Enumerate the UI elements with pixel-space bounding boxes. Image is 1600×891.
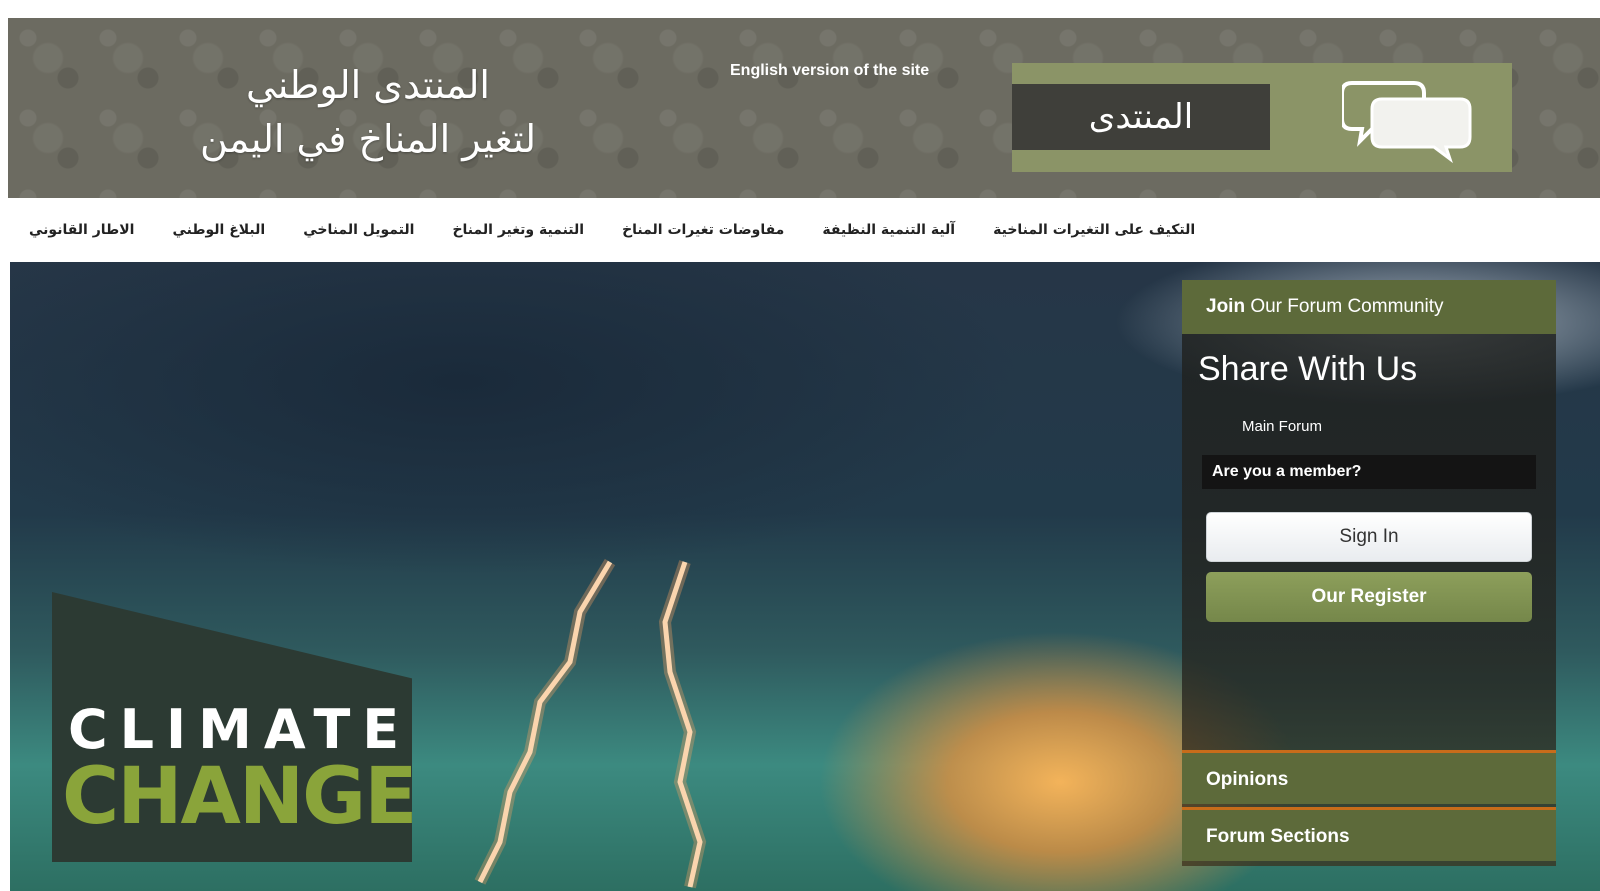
tab-forum-sections[interactable]: Forum Sections xyxy=(1182,807,1556,861)
change-word: CHANGE xyxy=(62,752,417,842)
nav-item-adaptation[interactable]: التكيف على التغيرات المناخية xyxy=(974,222,1214,238)
share-title: Share With Us xyxy=(1198,350,1418,388)
site-title-line1: المنتدى الوطني xyxy=(246,63,490,107)
english-version-link[interactable]: English version of the site xyxy=(730,62,929,80)
nav-item-climate-finance[interactable]: التمويل المناخي xyxy=(284,222,433,238)
forum-banner-label: المنتدى xyxy=(1012,84,1270,150)
site-title[interactable]: المنتدى الوطني لتغير المناخ في اليمن xyxy=(148,58,588,166)
nav-item-national-communication[interactable]: البلاغ الوطني xyxy=(153,222,284,238)
widget-header-bold: Join xyxy=(1206,296,1246,317)
nav-item-legal-framework[interactable]: الاطار القانوني xyxy=(10,222,153,238)
register-button[interactable]: Our Register xyxy=(1206,572,1532,622)
site-title-line2: لتغير المناخ في اليمن xyxy=(199,117,537,161)
chat-bubbles-icon xyxy=(1342,81,1472,164)
widget-header: Join Our Forum Community xyxy=(1182,280,1556,334)
nav-item-climate-negotiations[interactable]: مفاوضات تغيرات المناخ xyxy=(603,222,803,238)
widget-header-rest: Our Forum Community xyxy=(1245,296,1444,317)
sign-in-button[interactable]: Sign In xyxy=(1206,512,1532,562)
main-nav: الاطار القانوني البلاغ الوطني التمويل ال… xyxy=(10,198,1250,262)
lightning-icon xyxy=(474,558,707,889)
nav-item-development-climate[interactable]: التنمية وتغير المناخ xyxy=(433,222,603,238)
tab-opinions[interactable]: Opinions xyxy=(1182,750,1556,804)
main-forum-link[interactable]: Main Forum xyxy=(1242,418,1322,435)
member-question: Are you a member? xyxy=(1202,455,1536,489)
forum-widget: Join Our Forum Community Share With Us M… xyxy=(1182,280,1556,866)
nav-item-clean-development[interactable]: آلية التنمية النظيفة xyxy=(803,222,974,238)
site-header: المنتدى الوطني لتغير المناخ في اليمن Eng… xyxy=(8,18,1600,198)
forum-banner[interactable]: المنتدى xyxy=(1012,63,1512,172)
climate-word: CLIMATE xyxy=(68,698,412,761)
